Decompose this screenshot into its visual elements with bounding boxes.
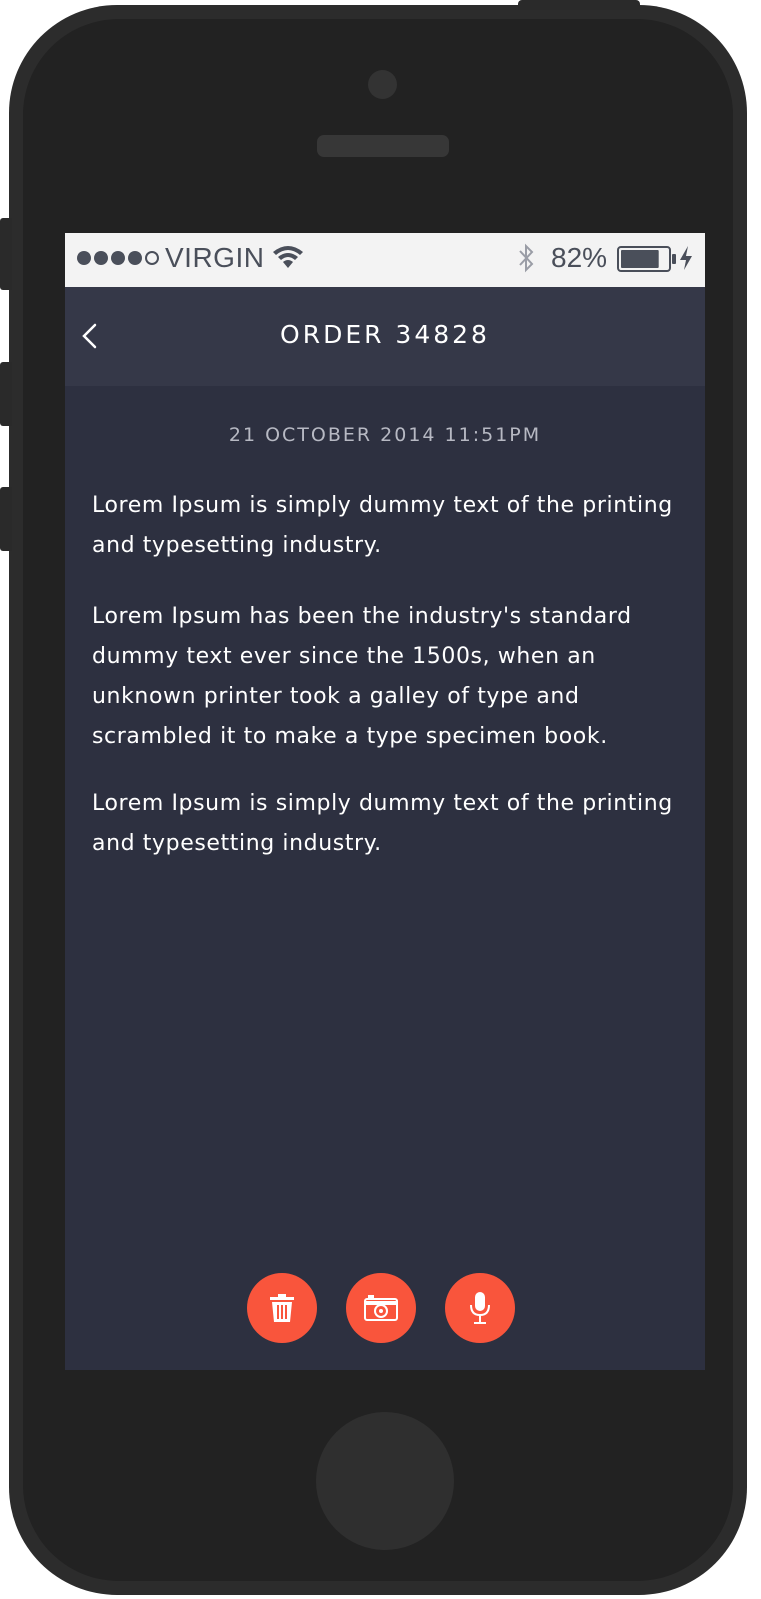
order-note-paragraph: Lorem Ipsum has been the industry's stan…	[92, 604, 632, 749]
signal-dot	[111, 251, 125, 265]
camera-icon	[364, 1295, 398, 1321]
trash-icon	[270, 1294, 294, 1322]
order-timestamp: 21 OCTOBER 2014 11:51PM	[228, 424, 542, 446]
app-screen: VIRGIN 82% ORDER 34828 21 OCTOBER 2014 1…	[65, 233, 705, 1370]
mute-switch	[0, 218, 12, 290]
earpiece-speaker	[317, 135, 449, 157]
signal-strength-icon	[77, 251, 159, 265]
record-audio-button[interactable]	[445, 1273, 515, 1343]
volume-up-button	[0, 362, 12, 426]
battery-percentage: 82%	[551, 242, 608, 273]
volume-down-button	[0, 487, 12, 551]
signal-dot	[77, 251, 91, 265]
order-note-paragraph: Lorem Ipsum is simply dummy text of the …	[92, 791, 673, 856]
add-photo-button[interactable]	[346, 1273, 416, 1343]
signal-dot	[145, 251, 159, 265]
microphone-icon	[470, 1292, 490, 1324]
wifi-icon	[273, 246, 303, 268]
page-title: ORDER 34828	[280, 320, 490, 349]
order-note-paragraph: Lorem Ipsum is simply dummy text of the …	[92, 493, 673, 558]
bluetooth-icon	[519, 243, 534, 273]
front-camera	[368, 70, 397, 99]
status-bar: VIRGIN 82%	[65, 233, 705, 287]
home-button[interactable]	[316, 1412, 454, 1550]
signal-dot	[128, 251, 142, 265]
delete-button[interactable]	[247, 1273, 317, 1343]
power-button	[518, 0, 640, 10]
action-bar	[65, 1273, 705, 1343]
charging-bolt-icon	[680, 246, 692, 270]
signal-dot	[94, 251, 108, 265]
carrier-name: VIRGIN	[165, 242, 265, 273]
battery-icon	[617, 246, 676, 272]
navigation-bar: ORDER 34828	[65, 287, 705, 386]
